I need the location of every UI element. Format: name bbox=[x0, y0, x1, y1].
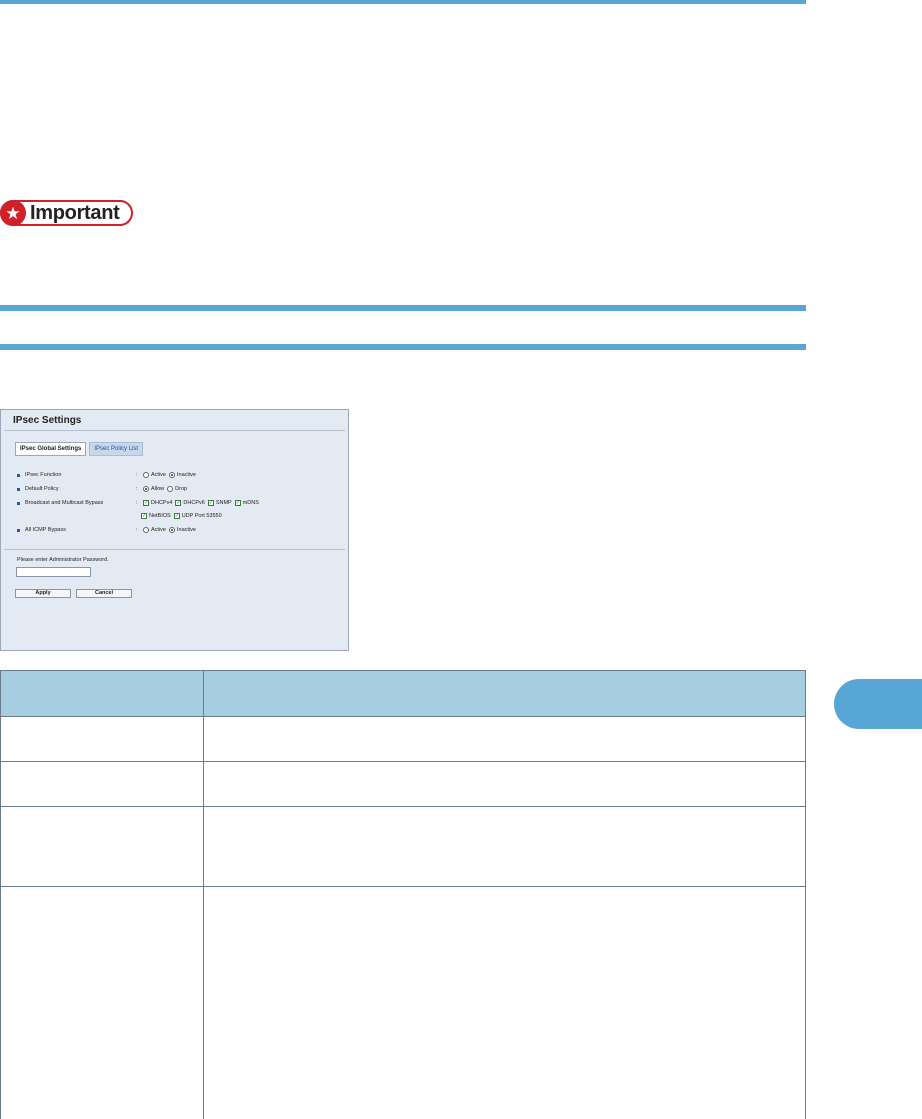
apply-button[interactable]: Apply bbox=[15, 589, 71, 598]
tab-ipsec-global-settings[interactable]: IPsec Global Settings bbox=[15, 442, 87, 456]
checkbox-label: DHCPv4 bbox=[151, 500, 173, 506]
default-policy-drop-radio[interactable] bbox=[167, 486, 174, 492]
bullet-icon bbox=[17, 487, 20, 491]
password-prompt: Please enter Administrator Password. bbox=[17, 557, 109, 563]
section-rule-bottom bbox=[0, 344, 806, 350]
table-cell bbox=[203, 806, 806, 887]
icmp-bypass-active-radio[interactable] bbox=[143, 527, 149, 533]
bypass-row-continued: ✓ NetBIOS ✓ UDP Port 53550 bbox=[141, 513, 225, 519]
tab-ipsec-policy-list[interactable]: IPsec Policy List bbox=[89, 442, 144, 456]
form-divider bbox=[4, 549, 345, 550]
top-rule bbox=[0, 0, 806, 4]
checkbox-label: NetBIOS bbox=[149, 513, 171, 519]
udp-port-53550-checkbox[interactable]: ✓ bbox=[173, 513, 180, 519]
table-cell bbox=[203, 886, 806, 1119]
cancel-button[interactable]: Cancel bbox=[76, 589, 132, 598]
table-row bbox=[0, 886, 806, 1119]
table-cell bbox=[0, 716, 204, 762]
table-cell bbox=[0, 806, 204, 887]
table-cell bbox=[0, 761, 204, 807]
ipsec-settings-screenshot: IPsec Settings IPsec Global Settings IPs… bbox=[0, 409, 349, 651]
bullet-icon bbox=[17, 473, 20, 477]
ipsec-function-inactive-radio[interactable] bbox=[168, 472, 175, 478]
table-row bbox=[0, 716, 806, 762]
dhcpv4-checkbox[interactable]: ✓ bbox=[143, 500, 149, 506]
netbios-checkbox[interactable]: ✓ bbox=[141, 513, 147, 519]
star-icon: ★ bbox=[0, 200, 26, 226]
option-label: Active bbox=[151, 527, 166, 533]
option-label: Allow bbox=[151, 486, 165, 492]
table-row bbox=[0, 761, 806, 807]
checkbox-label: UDP Port 53550 bbox=[181, 513, 222, 519]
default-policy-label: Default Policy bbox=[25, 486, 59, 492]
bullet-icon bbox=[17, 528, 20, 532]
dhcpv6-checkbox[interactable]: ✓ bbox=[175, 500, 182, 506]
default-policy-row: Default Policy : Allow Drop bbox=[17, 486, 190, 492]
important-label: Important bbox=[30, 201, 120, 224]
icmp-bypass-label: All ICMP Bypass bbox=[25, 527, 66, 533]
option-label: Drop bbox=[175, 486, 188, 492]
table-header-cell bbox=[0, 670, 204, 717]
tab-bar: IPsec Global Settings IPsec Policy List bbox=[15, 442, 144, 456]
checkbox-label: DHCPv6 bbox=[183, 500, 205, 506]
bullet-icon bbox=[17, 501, 20, 505]
table-row bbox=[0, 806, 806, 887]
ipsec-function-active-radio[interactable] bbox=[143, 472, 149, 478]
snmp-checkbox[interactable]: ✓ bbox=[207, 500, 214, 506]
icmp-bypass-inactive-radio[interactable] bbox=[168, 527, 175, 533]
ipsec-function-label: IPsec Function bbox=[25, 472, 62, 478]
bypass-row: Broadcast and Multicast Bypass : ✓ DHCPv4… bbox=[17, 500, 262, 506]
table-header-row bbox=[0, 670, 806, 717]
chapter-tab bbox=[834, 679, 922, 729]
mdns-checkbox[interactable]: ✓ bbox=[234, 500, 241, 506]
ipsec-function-row: IPsec Function : Active Inactive bbox=[17, 472, 199, 478]
page-title: IPsec Settings bbox=[13, 415, 82, 426]
table-cell bbox=[203, 716, 806, 762]
checkbox-label: SNMP bbox=[215, 500, 232, 506]
option-label: Active bbox=[151, 472, 166, 478]
important-notice: ★ Important bbox=[0, 200, 133, 226]
option-label: Inactive bbox=[176, 472, 196, 478]
section-rule-top bbox=[0, 305, 806, 311]
table-cell bbox=[0, 886, 204, 1119]
option-label: Inactive bbox=[176, 527, 196, 533]
admin-password-input[interactable] bbox=[16, 567, 91, 577]
default-policy-allow-radio[interactable] bbox=[143, 486, 149, 492]
bypass-label: Broadcast and Multicast Bypass bbox=[25, 500, 104, 506]
checkbox-label: mDNS bbox=[242, 500, 259, 506]
settings-table bbox=[0, 670, 806, 1119]
icmp-bypass-row: All ICMP Bypass : Active Inactive bbox=[17, 527, 199, 533]
table-cell bbox=[203, 761, 806, 807]
title-divider bbox=[4, 430, 345, 431]
table-header-cell bbox=[203, 670, 806, 717]
